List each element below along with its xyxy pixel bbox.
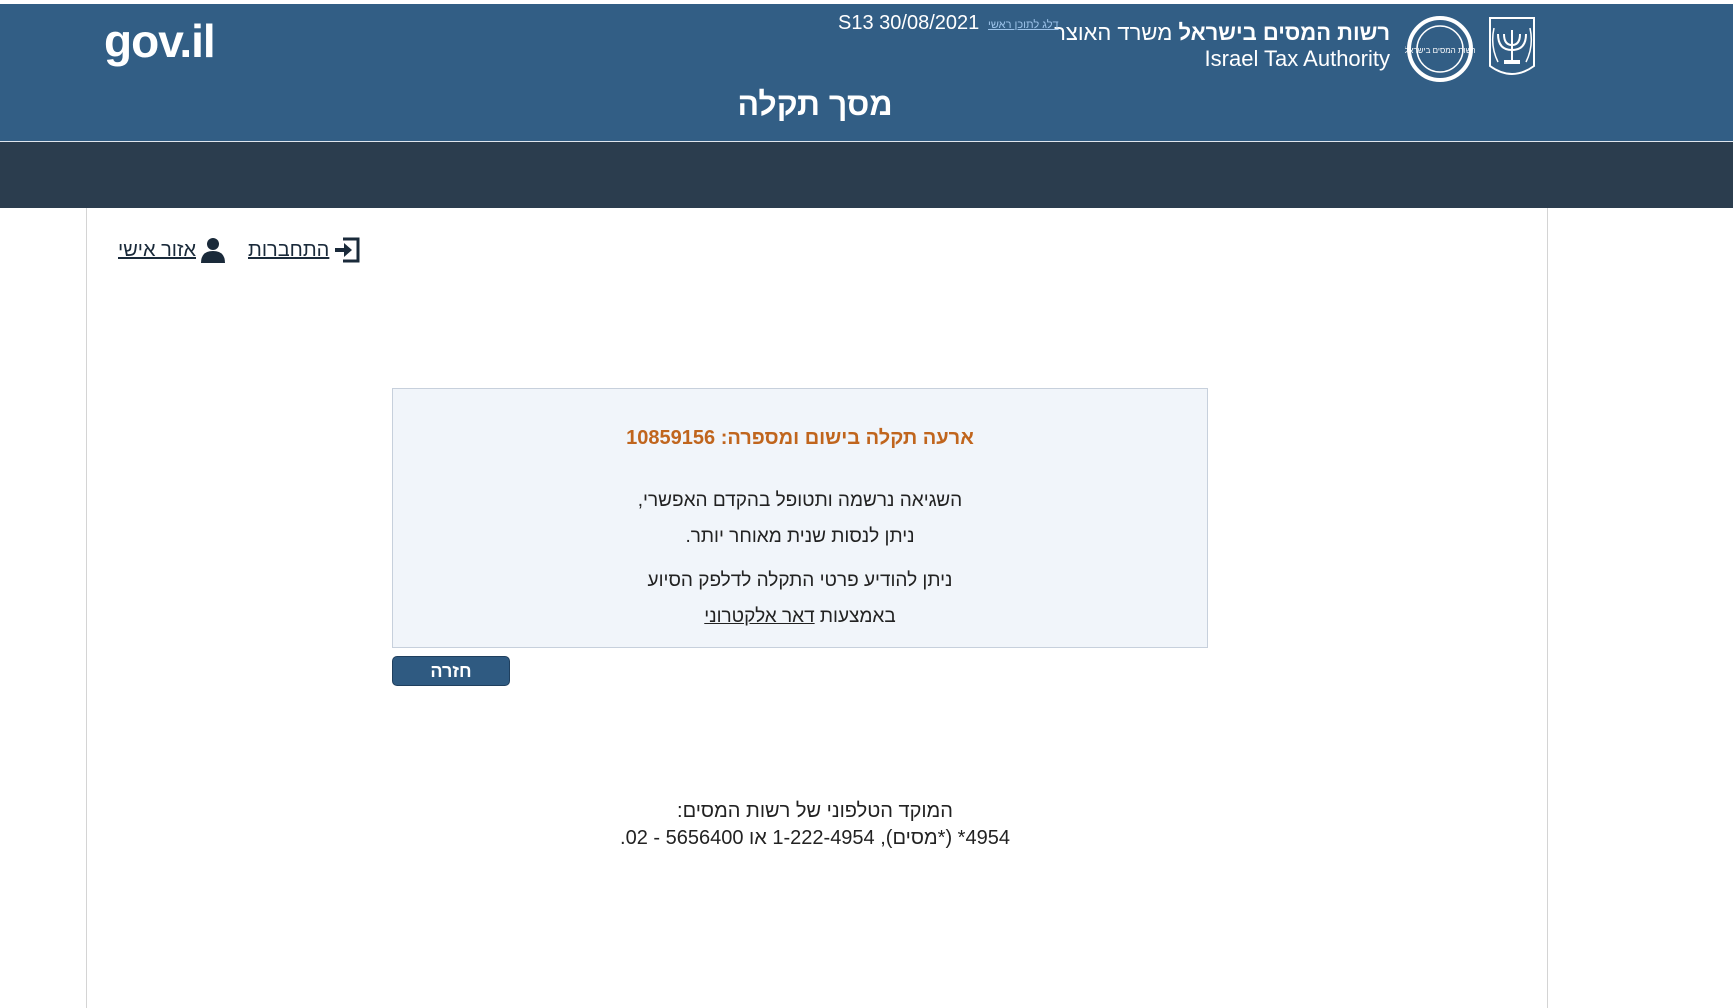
error-title-prefix: ארעה תקלה בישום ומספרה: xyxy=(720,427,974,449)
support-title: המוקד הטלפוני של רשות המסים: xyxy=(677,800,953,822)
login-icon[interactable] xyxy=(333,236,361,264)
error-line-4: באמצעות דאר אלקטרוני xyxy=(393,606,1207,628)
state-emblem-icon xyxy=(1489,17,1535,75)
login-link[interactable]: התחברות xyxy=(248,239,329,262)
navigation-bar xyxy=(0,142,1733,208)
site-header: רשות המסים בישראל רשות המסים בישראל משרד… xyxy=(0,4,1733,143)
user-icon[interactable] xyxy=(200,237,226,263)
ministry-name: משרד האוצר xyxy=(1054,20,1173,45)
error-title: ארעה תקלה בישום ומספרה: 10859156 xyxy=(393,427,1207,450)
tax-authority-name: רשות המסים בישראל xyxy=(1178,20,1390,45)
skip-to-main-link[interactable]: דלג לתוכן ראשי xyxy=(988,19,1059,31)
build-info: S13 30/08/2021 xyxy=(838,12,980,34)
error-message-box: ארעה תקלה בישום ומספרה: 10859156 השגיאה … xyxy=(392,388,1208,648)
back-button[interactable]: חזרה xyxy=(392,656,510,686)
tax-authority-name-hebrew: רשות המסים בישראל משרד האוצר xyxy=(1054,20,1390,46)
support-phones: 4954* (*מסים), 1-222-4954 או 5656400 - 0… xyxy=(620,827,1010,849)
tax-authority-logo-icon: רשות המסים בישראל xyxy=(1405,16,1475,82)
contact-prefix: באמצעות xyxy=(819,606,896,627)
error-line-2: ניתן לנסות שנית מאוחר יותר. xyxy=(685,526,915,547)
page-title: מסך תקלה xyxy=(737,86,893,122)
support-info: המוקד הטלפוני של רשות המסים: 4954* (*מסי… xyxy=(0,800,1630,850)
email-link[interactable]: דאר אלקטרוני xyxy=(704,606,814,627)
incident-number: 10859156 xyxy=(626,427,716,449)
error-line-1: השגיאה נרשמה ותטופל בהקדם האפשרי, xyxy=(637,490,963,511)
personal-area-link[interactable]: אזור אישי xyxy=(118,239,196,262)
error-line-3: ניתן להודיע פרטי התקלה לדלפק הסיוע xyxy=(647,570,953,591)
tax-authority-logo-text: רשות המסים בישראל xyxy=(1405,46,1475,55)
user-links: התחברות אזור אישי xyxy=(118,236,365,264)
gov-il-logo[interactable]: gov.il xyxy=(104,14,216,68)
tax-authority-name-english: Israel Tax Authority xyxy=(1204,46,1390,71)
